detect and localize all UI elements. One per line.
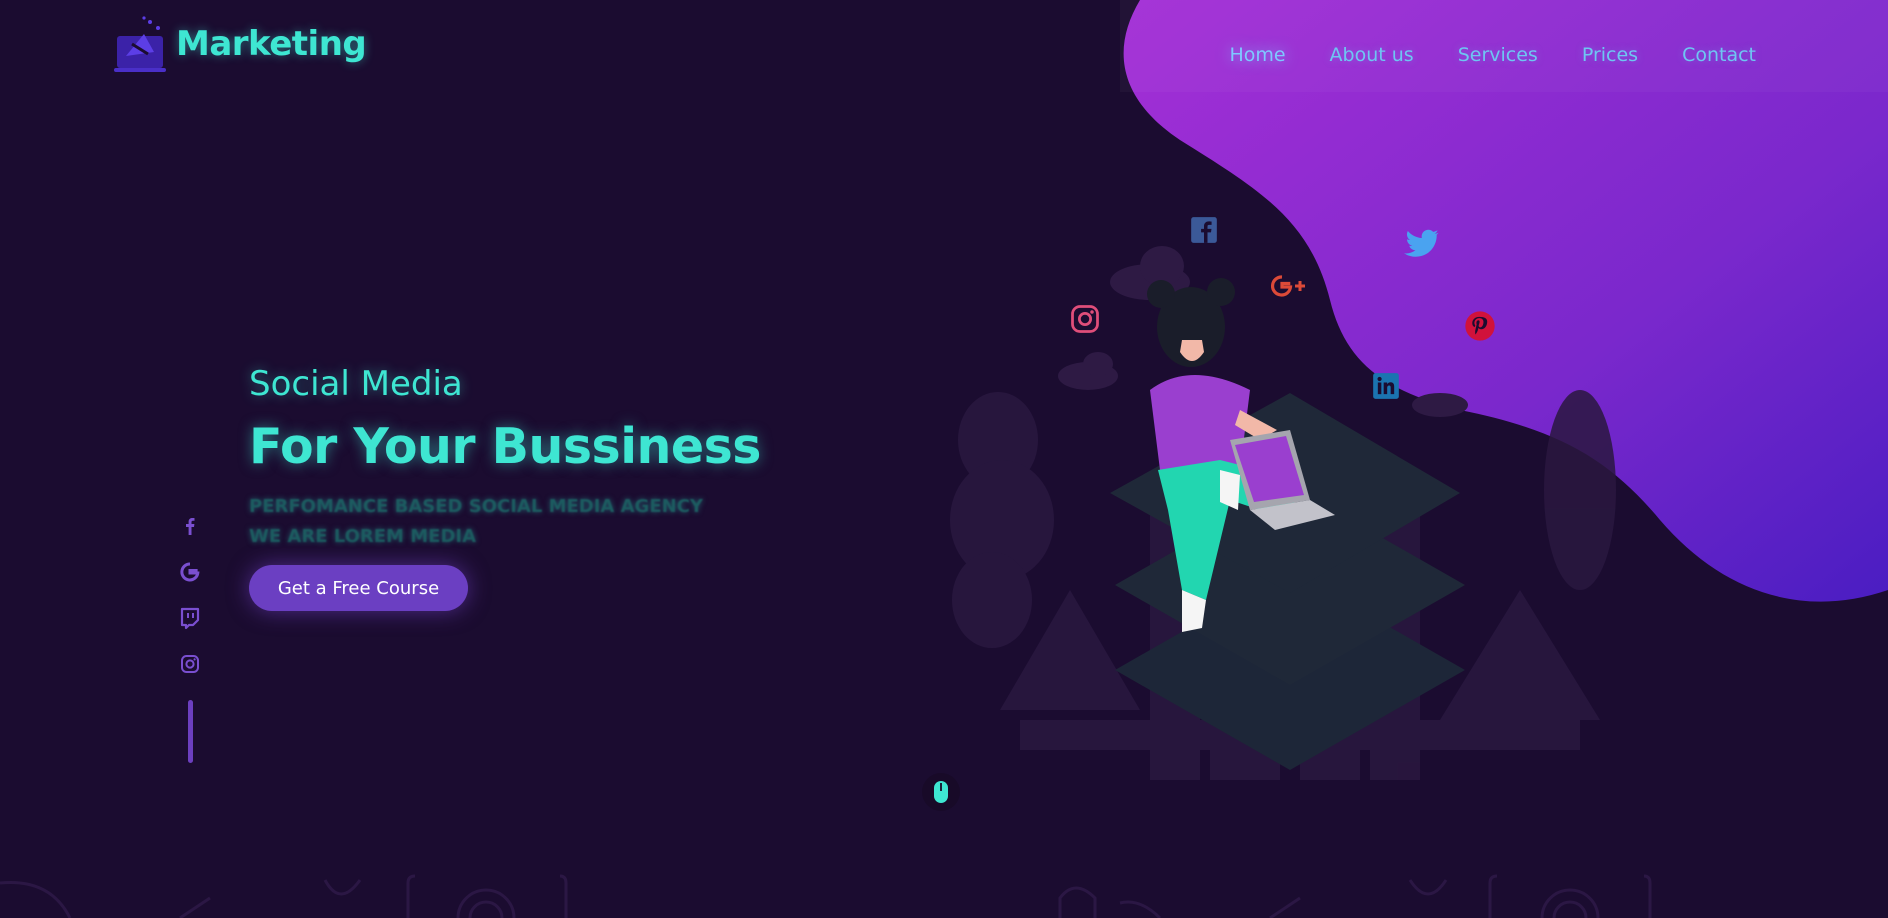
brand-logo[interactable]: Marketing	[114, 12, 367, 76]
facebook-icon	[1191, 217, 1217, 243]
google-icon[interactable]	[178, 560, 202, 584]
hero-tagline: PERFOMANCE BASED SOCIAL MEDIA AGENCY WE …	[249, 492, 703, 552]
clouds	[1058, 246, 1468, 417]
tagline-line-2: WE ARE LOREM MEDIA	[249, 526, 477, 547]
main-nav: Home About us Services Prices Contact	[1229, 44, 1756, 66]
twitter-icon	[1404, 229, 1439, 257]
side-scroll-indicator	[187, 700, 193, 763]
side-social-links	[174, 514, 206, 763]
linkedin-icon	[1373, 373, 1399, 399]
tagline-line-1: PERFOMANCE BASED SOCIAL MEDIA AGENCY	[249, 496, 703, 517]
footer-decoration	[0, 874, 1652, 918]
instagram-icon[interactable]	[178, 652, 202, 676]
nav-home[interactable]: Home	[1229, 44, 1285, 66]
nav-about-us[interactable]: About us	[1330, 44, 1414, 66]
nav-prices[interactable]: Prices	[1582, 44, 1638, 66]
hero-title: For Your Bussiness	[249, 418, 761, 475]
hero-subtitle: Social Media	[249, 364, 463, 404]
pinterest-icon	[1465, 311, 1495, 341]
nav-contact[interactable]: Contact	[1682, 44, 1756, 66]
twitch-icon[interactable]	[178, 606, 202, 630]
free-course-button[interactable]: Get a Free Course	[249, 565, 468, 611]
google-plus-icon	[1270, 275, 1305, 297]
scroll-mouse-icon[interactable]	[921, 772, 961, 812]
nav-services[interactable]: Services	[1458, 44, 1538, 66]
facebook-icon[interactable]	[178, 514, 202, 538]
instagram-icon	[1071, 305, 1099, 333]
brand-name: Marketing	[176, 24, 367, 64]
megaphone-icon	[114, 16, 166, 72]
